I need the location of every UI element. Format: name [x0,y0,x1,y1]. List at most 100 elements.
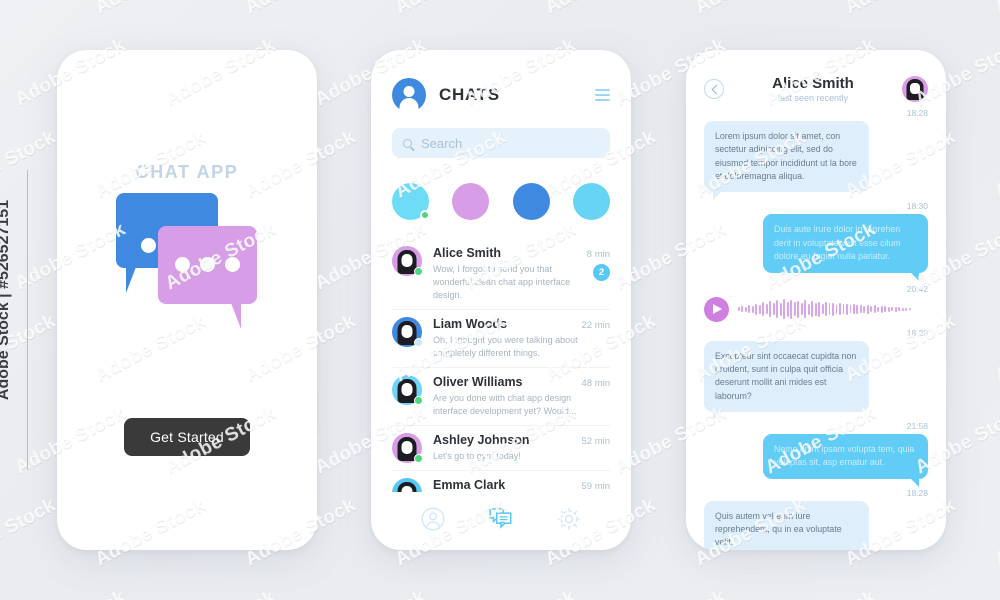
message-bubble-incoming: Excepteur sint occaecat cupidta non proi… [704,340,869,421]
conversation-header: Alice Smith last seen recently [704,75,928,103]
avatar [392,375,423,406]
message-preview: Let's go to gym today! [433,451,521,462]
cta-container: Get Started [57,418,317,456]
watermark-text: Adobe Stock [242,0,360,19]
watermark-text: Adobe Stock [991,311,1000,387]
timestamp: 48 min [581,378,610,390]
table-row[interactable]: Emma Clark 59 min Never gonna give you u… [371,470,631,492]
timestamp: 18:30 [906,201,928,212]
watermark-text: Adobe Stock [162,587,280,600]
watermark-text: Adobe Stock [991,495,1000,571]
chats-screen: CHATS Search Alice Smith 8 min Wow, I fo… [371,50,631,550]
chats-header: CHATS [392,78,610,112]
online-dot [414,454,423,464]
online-dot [414,396,423,406]
timestamp: 20:42 [906,283,928,294]
message-preview: Oh, I thought you were talking about com… [433,335,578,359]
watermark-text: Adobe Stock [842,0,960,19]
timestamp: 59 min [581,481,610,492]
avatar [392,478,422,492]
story-avatar-2[interactable] [452,183,490,220]
unread-badge: 2 [593,264,610,281]
list-item[interactable]: Quis autem vel eum iure reprehenderit, q… [704,500,928,550]
list-item[interactable]: Excepteur sint occaecat cupidta non proi… [704,340,928,421]
watermark-text: Adobe Stock [392,0,510,19]
bubble-tail [126,267,136,293]
online-dot [420,210,430,220]
watermark-text: Adobe Stock [992,0,1000,19]
list-item[interactable]: Lorem ipsum dolor sit amet, con sectetur… [704,121,928,201]
timestamp: 8 min [586,249,610,260]
tab-settings[interactable] [556,506,582,537]
online-dot [414,267,423,276]
message-preview: Wow, I forgot to send you that wonderful… [433,264,571,301]
timestamp: 18:28 [906,108,928,118]
timestamp: 21:58 [906,420,928,431]
message-bubble-incoming: Lorem ipsum dolor sit amet, con sectetur… [704,121,869,201]
list-item[interactable]: Duis aute irure dolor in reprehen derit … [704,214,928,281]
decor-bubble-pink [158,226,257,329]
voice-message[interactable] [704,296,928,322]
user-avatar-icon[interactable] [392,78,426,112]
watermark-text: Adobe Stock [312,587,430,600]
watermark-text: Adobe Stock [542,0,660,19]
message-timestamp-row: 18:30 [704,201,928,211]
bubble-dot [141,238,156,253]
story-avatar-1[interactable] [392,183,430,220]
contact-name: Emma Clark [433,478,506,492]
contact-name: Ashley Johnson [433,433,530,448]
table-row[interactable]: Oliver Williams 48 min Are you done with… [371,367,631,425]
message-timestamp-row: 18:28 [704,328,928,338]
watermark-text: Adobe Stock [991,127,1000,203]
story-avatar-4[interactable] [572,183,610,220]
watermark-text: Adobe Stock [912,587,1000,600]
watermark-text: Adobe Stock [612,587,730,600]
avatar [392,317,423,348]
timestamp: 18:28 [906,327,928,338]
message-bubble-incoming: Quis autem vel eum iure reprehenderit, q… [704,500,869,550]
watermark-text: Adobe Stock [462,587,580,600]
message-timestamp-row: 20:42 [704,284,928,294]
phone-chats-list: CHATS Search Alice Smith 8 min Wow, I fo… [371,50,631,550]
message-preview: Are you done with chat app design interf… [433,393,577,417]
watermark-text: Adobe Stock [762,587,880,600]
contact-name: Alice Smith [433,246,502,260]
watermark-text: Adobe Stock [0,126,60,203]
get-started-button[interactable]: Get Started [124,418,250,456]
story-avatar-3[interactable] [512,183,550,220]
table-row[interactable]: Alice Smith 8 min Wow, I forgot to send … [371,238,631,309]
play-icon[interactable] [704,296,729,322]
stories-row [392,183,610,220]
watermark-id: Adobe Stock | #526527151 [0,199,12,401]
message-bubble-outgoing: Nemo enim ipsam volupta tem, quia volupt… [763,433,928,487]
tab-chats[interactable] [487,505,515,538]
hamburger-menu-icon[interactable] [595,89,610,101]
message-thread[interactable]: 18:28 Lorem ipsum dolor sit amet, con se… [704,108,928,550]
phone-conversation: Alice Smith last seen recently 18:28 Lor… [686,50,946,550]
chat-list[interactable]: Alice Smith 8 min Wow, I forgot to send … [371,238,631,492]
bubble-tail [231,303,241,329]
timestamp: 22 min [581,320,610,332]
table-row[interactable]: Ashley Johnson 52 min Let's go to gym to… [371,425,631,470]
chevron-left-icon[interactable] [704,79,724,99]
timestamp: 18:28 [906,487,928,498]
watermark-divider [27,170,28,470]
idle-dot [414,338,423,348]
message-timestamp-row: 21:58 [704,421,928,431]
avatar [392,246,423,276]
tab-profile[interactable] [420,506,446,537]
contact-heading: Alice Smith last seen recently [724,75,902,103]
search-icon [403,138,412,148]
avatar[interactable] [902,76,928,102]
watermark-text: Adobe Stock [0,0,60,19]
contact-name: Oliver Williams [433,375,523,390]
table-row[interactable]: Liam Woods 22 min Oh, I thought you were… [371,309,631,367]
watermark-text: Adobe Stock [692,0,810,19]
search-input[interactable] [421,135,599,151]
contact-name: Liam Woods [433,317,508,332]
search-bar[interactable] [392,128,610,158]
avatar [392,433,423,464]
list-item[interactable]: Nemo enim ipsam volupta tem, quia volupt… [704,433,928,487]
timestamp: 52 min [581,436,610,448]
poster-canvas: CHAT APP Get Started CHATS Search Alice … [0,0,1000,600]
